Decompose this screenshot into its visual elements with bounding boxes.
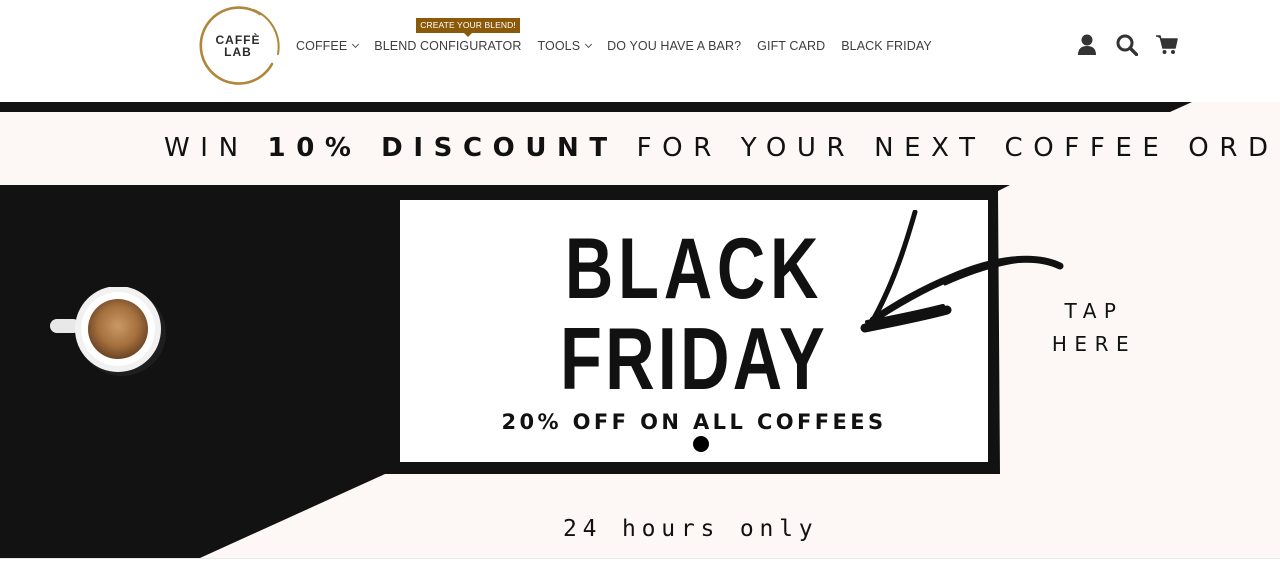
promo-offer-text: 20% OFF ON ALL COFFEES [501, 410, 887, 434]
create-blend-badge[interactable]: CREATE YOUR BLEND! [416, 18, 520, 37]
divider [0, 558, 1280, 559]
header-icons [1076, 34, 1196, 56]
nav-item-gift-card[interactable]: GIFT CARD [757, 39, 825, 53]
discount-headline-suffix: FOR YOUR NEXT COFFEE ORDER [617, 133, 1280, 163]
duration-text: 24 hours only [563, 516, 819, 542]
nav-item-tools[interactable]: TOOLS [537, 39, 593, 53]
chevron-down-icon [585, 40, 593, 49]
caffe-lab-logo[interactable]: CAFFÈ LAB [198, 6, 282, 86]
nav-item-label: BLEND CONFIGURATOR [374, 39, 522, 53]
nav-item-coffee[interactable]: COFFEE [296, 39, 360, 53]
nav-item-bar[interactable]: DO YOU HAVE A BAR? [607, 39, 741, 53]
discount-headline-prefix: WIN [164, 133, 268, 163]
main-nav: COFFEE CREATE YOUR BLEND! BLEND CONFIGUR… [296, 18, 948, 54]
tap-here-cta[interactable]: TAP HERE [1036, 295, 1152, 361]
chevron-down-icon [352, 40, 360, 49]
logo-line2: LAB [224, 45, 252, 59]
site-header: CAFFÈ LAB COFFEE CREATE YOUR BLEND! BLEN… [0, 0, 1280, 102]
nav-item-label: DO YOU HAVE A BAR? [607, 39, 742, 53]
nav-item-label: BLACK FRIDAY [841, 39, 932, 53]
brush-arrow-icon [855, 209, 1065, 340]
logo-text: CAFFÈ LAB [198, 6, 282, 86]
slider-dot[interactable] [693, 436, 709, 452]
nav-item-black-friday[interactable]: BLACK FRIDAY [841, 39, 932, 53]
coffee-cup-image [50, 286, 170, 382]
search-icon[interactable] [1116, 34, 1138, 56]
discount-headline-bold: 10% DISCOUNT [267, 133, 618, 163]
user-icon[interactable] [1076, 34, 1098, 56]
cart-icon[interactable] [1156, 34, 1178, 56]
nav-item-label: GIFT CARD [757, 39, 826, 53]
tap-here-line1: TAP [1064, 299, 1124, 323]
tap-here-line2: HERE [1051, 332, 1137, 356]
black-friday-banner[interactable]: WIN 10% DISCOUNT FOR YOUR NEXT COFFEE OR… [0, 102, 1280, 558]
discount-headline: WIN 10% DISCOUNT FOR YOUR NEXT COFFEE OR… [164, 133, 1280, 163]
nav-item-blend-configurator[interactable]: CREATE YOUR BLEND! BLEND CONFIGURATOR [374, 18, 522, 53]
nav-item-label: COFFEE [296, 39, 348, 53]
nav-item-label: TOOLS [537, 39, 581, 53]
